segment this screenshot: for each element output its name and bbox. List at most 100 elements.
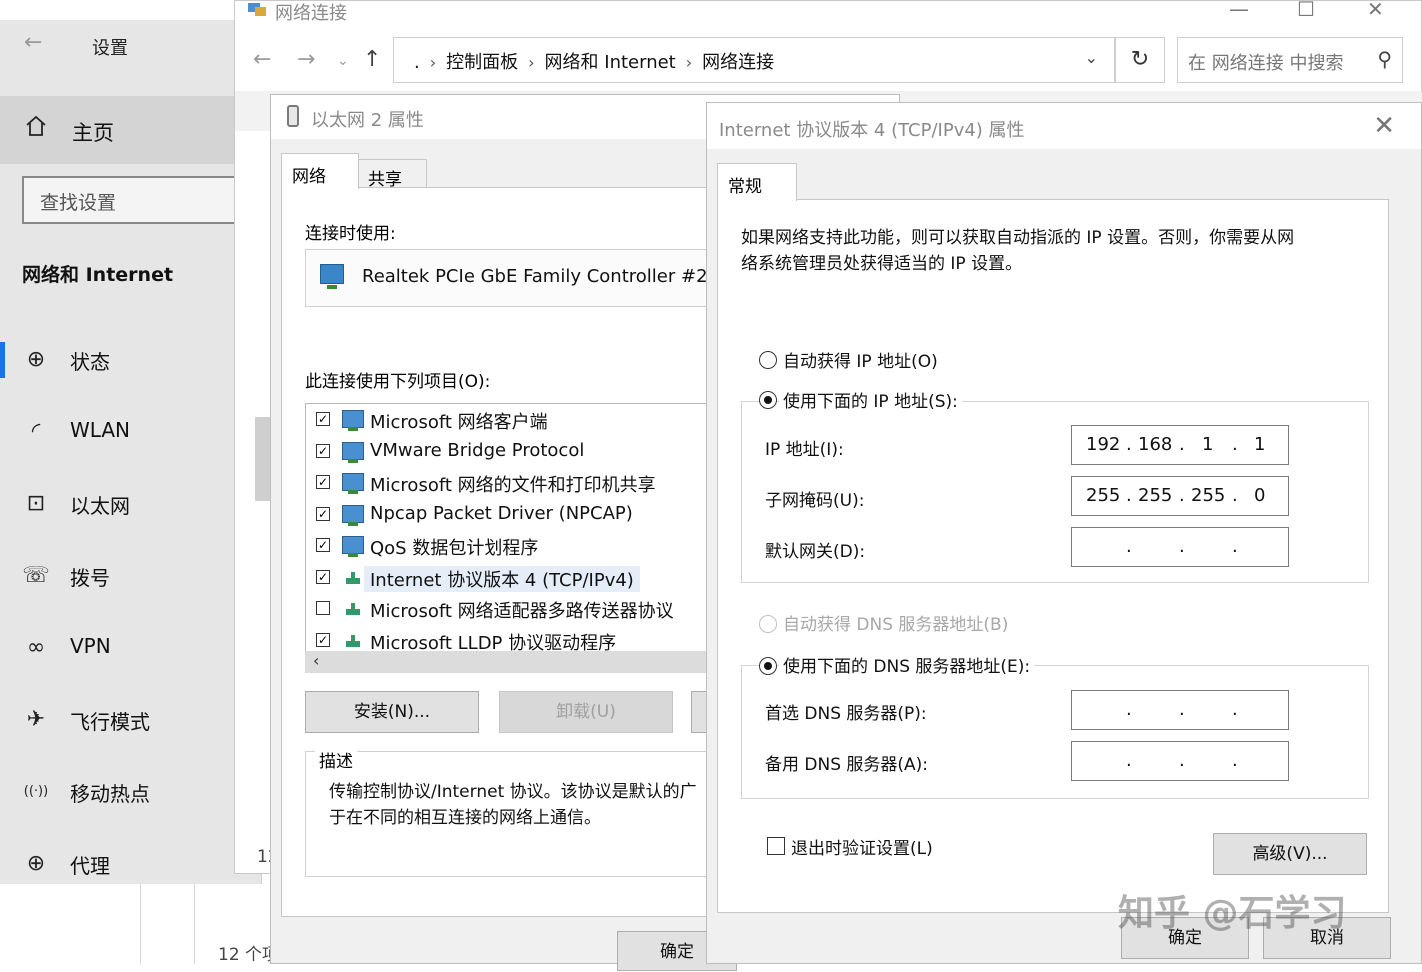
checkbox[interactable]: ✓ <box>316 633 330 647</box>
subnet-mask-label: 子网掩码(U): <box>765 491 865 511</box>
component-list[interactable]: ✓ Microsoft 网络客户端 ✓ VMware Bridge Protocol… <box>305 403 725 673</box>
ip-address-input[interactable]: 192 . 168 . 1 . 1 <box>1071 425 1289 465</box>
protocol-icon <box>342 631 364 649</box>
network-adapter-icon <box>320 264 344 289</box>
checkbox[interactable]: ✓ <box>316 412 330 426</box>
checkbox[interactable]: ✓ <box>316 538 330 552</box>
nav-item-proxy[interactable]: ⊕ 代理 <box>0 834 261 884</box>
airplane-icon: ✈ <box>26 707 46 732</box>
list-item[interactable]: Microsoft 网络适配器多路传送器协议 <box>306 595 724 625</box>
breadcrumb-network-internet[interactable]: 网络和 Internet <box>545 52 676 73</box>
list-item[interactable]: ✓ Microsoft 网络的文件和打印机共享 <box>306 469 724 499</box>
network-folder-icon <box>247 1 267 17</box>
validate-on-exit-checkbox[interactable] <box>767 837 785 855</box>
list-item-selected[interactable]: ✓ Internet 协议版本 4 (TCP/IPv4) <box>306 564 724 594</box>
gateway-dot: . <box>1232 536 1238 557</box>
nav-up-icon[interactable]: ↑ <box>363 47 381 72</box>
item-label: Microsoft 网络适配器多路传送器协议 <box>370 601 674 622</box>
nav-item-dialup[interactable]: ☏ 拨号 <box>0 546 261 606</box>
nav-back-icon[interactable]: ← <box>253 47 271 72</box>
mask-dot: . <box>1126 485 1132 506</box>
close-icon[interactable]: ✕ <box>1373 111 1395 141</box>
nav-item-vpn[interactable]: ∞ VPN <box>0 618 261 678</box>
ip-dot: . <box>1232 434 1238 455</box>
maximize-icon[interactable]: ☐ <box>1297 0 1315 21</box>
recent-dropdown-icon[interactable]: ⌄ <box>337 53 349 69</box>
gateway-label: 默认网关(D): <box>765 542 866 562</box>
mask-octet: 255 <box>1138 485 1173 506</box>
adapter-field: Realtek PCIe GbE Family Controller #2 <box>305 249 725 307</box>
intro-line: 如果网络支持此功能，则可以获取自动指派的 IP 设置。否则，你需要从网 <box>741 228 1295 248</box>
preferred-dns-label: 首选 DNS 服务器(P): <box>765 704 927 724</box>
tab-network[interactable]: 网络 <box>281 153 359 189</box>
divider <box>140 884 141 964</box>
breadcrumb-separator-icon: › <box>685 53 693 72</box>
dialog-title: Internet 协议版本 4 (TCP/IPv4) 属性 <box>719 120 1025 141</box>
list-item[interactable]: ✓ Microsoft 网络客户端 <box>306 406 724 436</box>
checkbox[interactable] <box>316 601 330 615</box>
nav-item-wlan[interactable]: ◜ WLAN <box>0 402 261 462</box>
ip-octet: 168 <box>1138 434 1173 455</box>
auto-dns-radio[interactable] <box>759 615 777 633</box>
breadcrumb-control-panel[interactable]: 控制面板 <box>446 52 518 73</box>
intro-text: 如果网络支持此功能，则可以获取自动指派的 IP 设置。否则，你需要从网 络系统管… <box>741 225 1351 277</box>
horizontal-scrollbar[interactable]: ‹ <box>305 651 725 673</box>
tab-sharing[interactable]: 共享 <box>357 159 427 190</box>
breadcrumb: . › 控制面板 › 网络和 Internet › 网络连接 <box>414 48 774 74</box>
preferred-dns-input[interactable]: . . . <box>1071 690 1289 730</box>
breadcrumb-root[interactable]: . <box>414 52 420 73</box>
gateway-input[interactable]: . . . <box>1071 527 1289 567</box>
close-icon[interactable]: ✕ <box>1367 0 1384 21</box>
address-bar[interactable]: . › 控制面板 › 网络和 Internet › 网络连接 ⌄ <box>393 37 1115 83</box>
list-item[interactable]: ✓ Npcap Packet Driver (NPCAP) <box>306 501 724 531</box>
subnet-mask-input[interactable]: 255 . 255 . 255 . 0 <box>1071 476 1289 516</box>
manual-dns-radio[interactable] <box>759 657 777 675</box>
alternate-dns-input[interactable]: . . . <box>1071 741 1289 781</box>
explorer-search-input[interactable]: 在 网络连接 中搜索 ⚲ <box>1177 37 1403 83</box>
network-client-icon <box>342 410 364 431</box>
breadcrumb-network-connections[interactable]: 网络连接 <box>702 52 774 73</box>
dns-dot: . <box>1126 750 1132 771</box>
advanced-button[interactable]: 高级(V)... <box>1213 833 1367 875</box>
description-text: 传输控制协议/Internet 协议。该协议是默认的广 于在不同的相互连接的网络… <box>329 779 725 831</box>
nav-label: 以太网 <box>70 494 130 518</box>
divider <box>194 884 195 964</box>
dns-dot: . <box>1232 750 1238 771</box>
back-arrow-icon[interactable]: ← <box>24 30 42 55</box>
checkbox[interactable]: ✓ <box>316 444 330 458</box>
minimize-icon[interactable]: — <box>1229 0 1249 21</box>
chevron-down-icon[interactable]: ⌄ <box>1085 48 1098 67</box>
manual-ip-radio[interactable] <box>759 391 777 409</box>
explorer-search-placeholder: 在 网络连接 中搜索 <box>1188 53 1344 74</box>
nav-item-hotspot[interactable]: ((·)) 移动热点 <box>0 762 261 822</box>
ip-octet: 1 <box>1254 434 1266 455</box>
refresh-icon[interactable]: ↻ <box>1115 37 1165 83</box>
list-item[interactable]: ✓ VMware Bridge Protocol <box>306 438 724 468</box>
dns-dot: . <box>1232 699 1238 720</box>
scroll-left-icon[interactable]: ‹ <box>313 651 319 670</box>
checkbox[interactable]: ✓ <box>316 475 330 489</box>
dns-dot: . <box>1179 750 1185 771</box>
checkbox[interactable]: ✓ <box>316 507 330 521</box>
auto-ip-radio[interactable] <box>759 351 777 369</box>
nav-label: 移动热点 <box>70 782 150 806</box>
network-service-icon <box>342 536 364 557</box>
nav-item-status[interactable]: ⊕ 状态 <box>0 330 261 390</box>
item-label: Npcap Packet Driver (NPCAP) <box>370 503 633 524</box>
dialog-titlebar: Internet 协议版本 4 (TCP/IPv4) 属性 ✕ <box>707 103 1421 149</box>
tab-general[interactable]: 常规 <box>717 163 797 201</box>
hotspot-icon: ((·)) <box>23 784 49 799</box>
mask-octet: 255 <box>1086 485 1121 506</box>
breadcrumb-separator-icon: › <box>429 53 437 72</box>
nav-forward-icon[interactable]: → <box>297 47 315 72</box>
checkbox[interactable]: ✓ <box>316 570 330 584</box>
uninstall-button[interactable]: 卸载(U) <box>499 691 673 733</box>
list-item[interactable]: ✓ QoS 数据包计划程序 <box>306 532 724 562</box>
settings-search-input[interactable]: 查找设置 <box>22 176 261 224</box>
intro-line: 络系统管理员处获得适当的 IP 设置。 <box>741 254 1023 274</box>
nav-item-airplane[interactable]: ✈ 飞行模式 <box>0 690 261 750</box>
mask-dot: . <box>1179 485 1185 506</box>
ethernet-adapter-icon <box>287 105 299 127</box>
nav-item-ethernet[interactable]: ⊡ 以太网 <box>0 474 261 534</box>
install-button[interactable]: 安装(N)... <box>305 691 479 733</box>
